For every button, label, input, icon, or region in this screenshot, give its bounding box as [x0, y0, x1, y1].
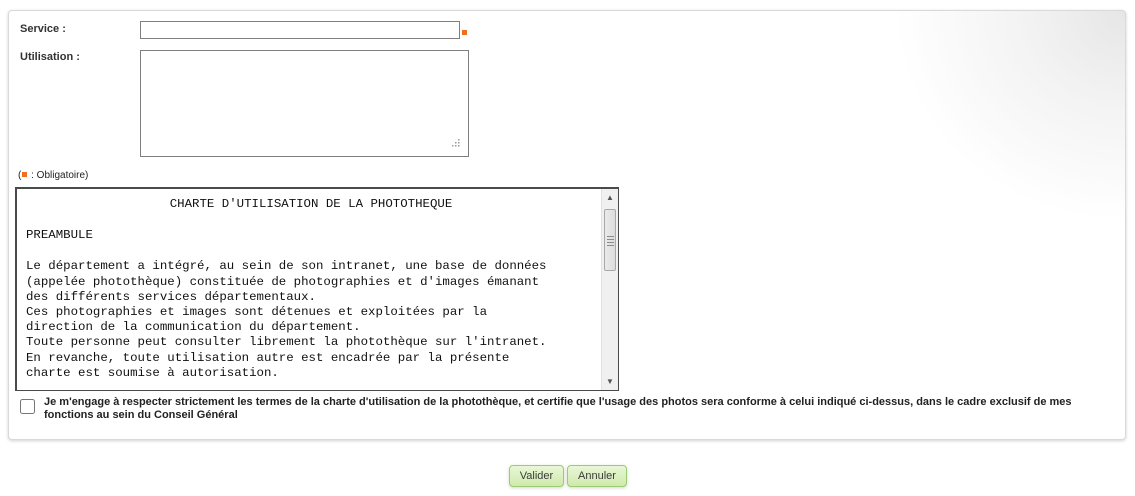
required-marker-icon — [22, 172, 28, 178]
charter-line: Ces photographies et images sont détenue… — [26, 305, 488, 320]
charter-textbox[interactable]: CHARTE D'UTILISATION DE LA PHOTOTHEQUE P… — [15, 187, 619, 391]
service-input[interactable] — [140, 21, 460, 39]
charter-title: CHARTE D'UTILISATION DE LA PHOTOTHEQUE — [169, 197, 453, 211]
charter-line: charte est soumise à autorisation. — [26, 365, 279, 380]
resize-grip-icon[interactable] — [449, 138, 461, 150]
charter-line: des différents services départementaux. — [26, 289, 316, 304]
service-label: Service : — [20, 23, 66, 35]
charter-line: Le département a intégré, au sein de son… — [26, 259, 547, 274]
charter-line: direction de la communication du départe… — [26, 320, 361, 335]
legend-text: : Obligatoire) — [28, 170, 89, 181]
agreement-checkbox[interactable] — [20, 399, 35, 414]
thumb-grip-line — [607, 239, 614, 240]
cancel-button[interactable]: Annuler — [567, 465, 627, 487]
thumb-grip-line — [607, 236, 614, 237]
agreement-text: Je m'engage à respecter strictement les … — [44, 396, 1072, 421]
usage-label: Utilisation : — [20, 51, 80, 63]
charter-line: En revanche, toute utilisation autre est… — [26, 350, 510, 365]
required-marker — [462, 30, 467, 35]
charter-scrollbar[interactable]: ▲ ▼ — [601, 189, 618, 390]
submit-button[interactable]: Valider — [509, 465, 564, 487]
thumb-grip-line — [607, 245, 614, 246]
scroll-up-arrow-icon[interactable]: ▲ — [602, 189, 618, 206]
thumb-grip-line — [607, 242, 614, 243]
scrollbar-thumb[interactable] — [604, 209, 616, 271]
legend-prefix: ( — [18, 170, 22, 181]
scroll-down-arrow-icon[interactable]: ▼ — [602, 373, 618, 390]
charter-line: Toute personne peut consulter librement … — [26, 335, 547, 350]
charter-heading: PREAMBULE — [26, 228, 93, 243]
charter-content: CHARTE D'UTILISATION DE LA PHOTOTHEQUE P… — [26, 197, 596, 381]
required-legend: ( : Obligatoire) — [18, 170, 88, 181]
usage-textarea[interactable] — [140, 50, 469, 157]
charter-paragraph: Le département a intégré, au sein de son… — [26, 259, 596, 381]
charter-line: (appelée photothèque) constituée de phot… — [26, 274, 540, 289]
form-panel: Service : Utilisation : ( : Obligatoire)… — [8, 10, 1126, 440]
